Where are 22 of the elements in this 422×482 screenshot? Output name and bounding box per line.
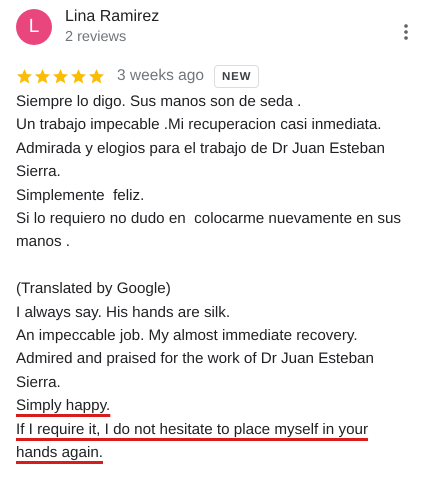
star-icon [52,68,69,84]
more-options-icon[interactable] [404,24,408,40]
new-badge: NEW [214,64,260,88]
star-icon [88,68,105,84]
translation-note: (Translated by Google) [16,279,172,300]
star-icon [70,68,87,84]
star-icon [16,68,33,84]
translated-text-line: I always say. His hands are silk. [16,302,232,323]
translated-text-line: Simply happy. [16,396,112,416]
avatar: L [16,9,52,45]
review-text-line: Un trabajo impecable .Mi recuperacion casi inmediata. [16,115,383,136]
review-time: 3 weeks ago [117,67,204,85]
translated-text-line: If I require it, I do not hesitate to place myself in your hands again. [16,420,370,464]
star-icon [34,68,51,84]
translated-text-line: Admired and praised for the work of Dr Juan Esteban Sierra. [16,349,375,393]
translated-text-line: An impeccable job. My almost immediate recovery. [16,326,359,346]
author-name[interactable]: Lina Ramirez [65,7,160,27]
review-text-line: Simplemente feliz. [16,186,146,206]
review-text-line: Siempre lo digo. Sus manos son de seda . [16,92,302,112]
review-count: 2 reviews [65,28,128,47]
review-text-line: Admirada y elogios para el trabajo de Dr Juan Esteban Sierra. [16,138,386,182]
review-text-line: Si lo requiero no dudo en colocarme nuevamente en sus manos . [16,209,402,252]
